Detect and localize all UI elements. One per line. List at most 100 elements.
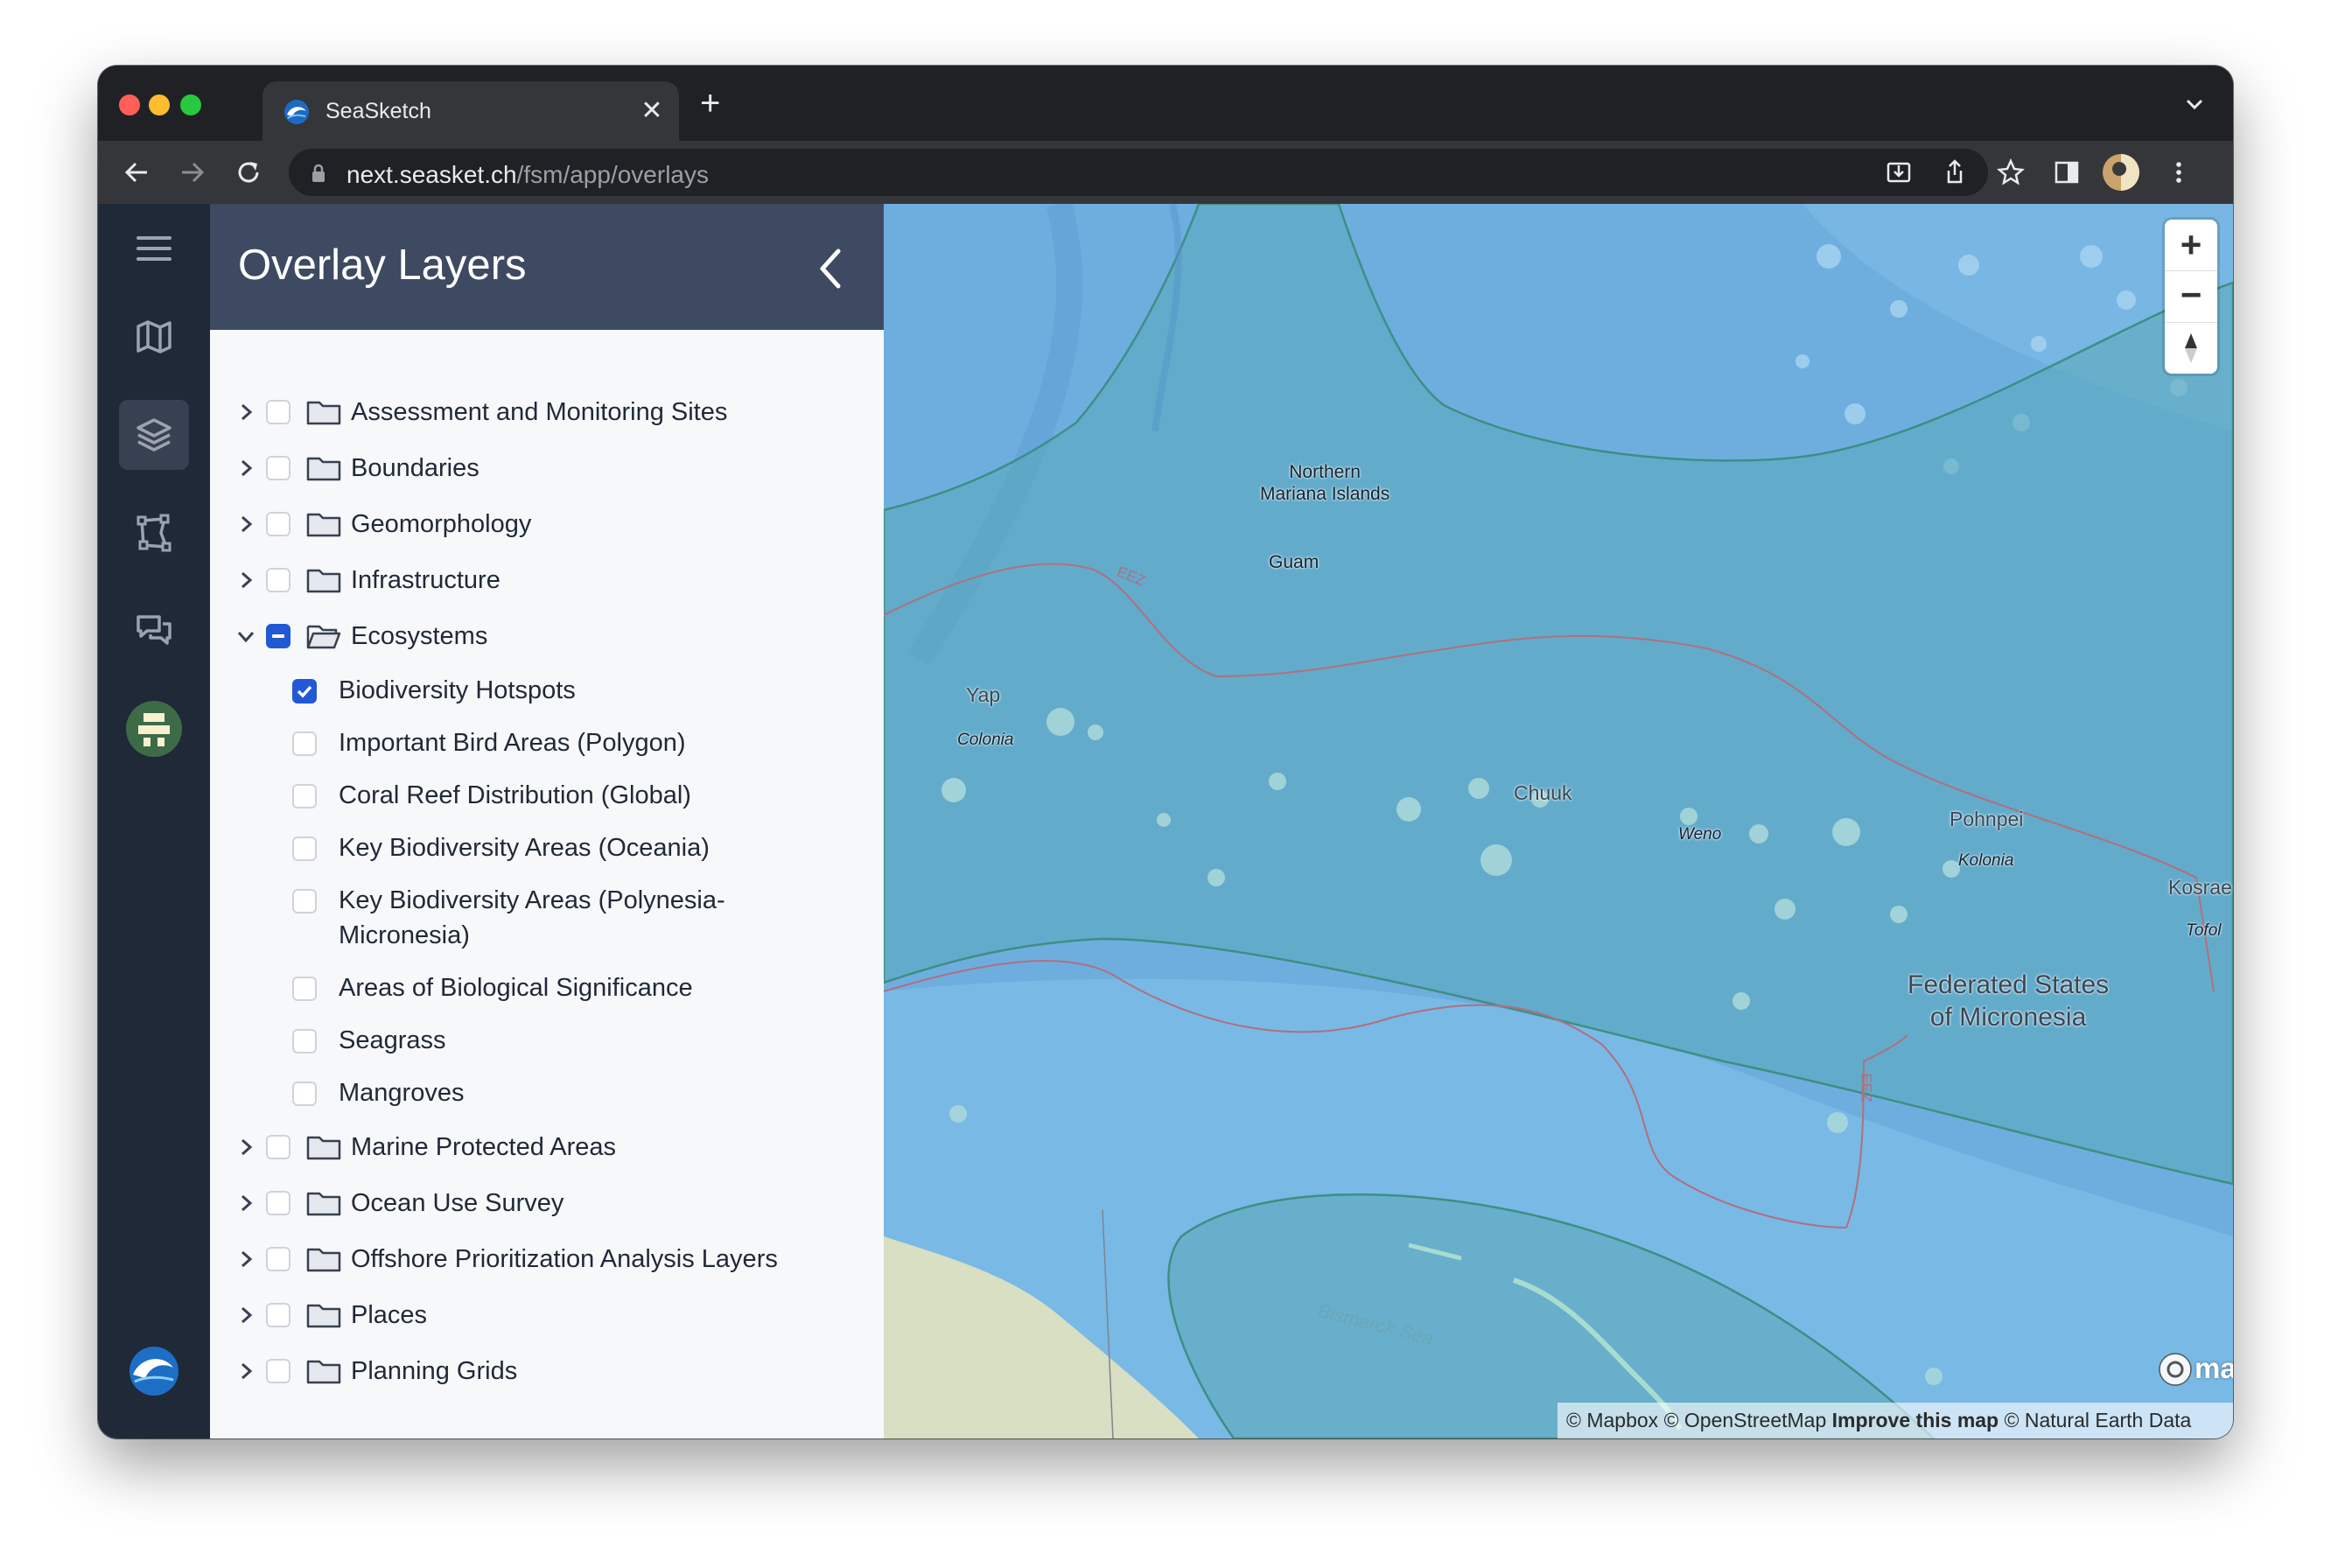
layer-folder-row[interactable]: Geomorphology [210, 500, 884, 549]
layer-row[interactable]: Areas of Biological Significance [210, 963, 884, 1012]
map-label-fsm: Federated States of Micronesia [1908, 970, 2110, 1032]
attribution-mapbox-link[interactable]: © Mapbox [1566, 1409, 1658, 1432]
close-window-button[interactable] [119, 94, 140, 116]
seasketch-logo [130, 1347, 178, 1396]
layer-checkbox-checked[interactable] [292, 679, 317, 704]
layer-checkbox[interactable] [266, 400, 290, 424]
new-tab-button[interactable]: + [700, 86, 720, 121]
browser-tab[interactable]: SeaSketch ✕ [262, 81, 679, 141]
layer-checkbox[interactable] [292, 784, 317, 808]
improve-map-link[interactable]: Improve this map [1832, 1409, 1998, 1432]
menu-button[interactable] [119, 214, 189, 284]
layer-checkbox[interactable] [292, 836, 317, 861]
folder-icon [306, 1136, 341, 1160]
layer-row[interactable]: Key Biodiversity Areas (Polynesia- Micro… [210, 876, 884, 960]
minus-icon: − [2180, 274, 2202, 315]
url-text: next.seasket.ch/fsm/app/overlays [346, 161, 709, 188]
layer-label: Marine Protected Areas [351, 1133, 617, 1161]
layer-row[interactable]: Important Bird Areas (Polygon) [210, 718, 884, 767]
layer-row[interactable]: Key Biodiversity Areas (Oceania) [210, 823, 884, 872]
layer-folder-row[interactable]: Places [210, 1291, 884, 1340]
back-icon[interactable] [121, 157, 152, 188]
layer-checkbox-partial[interactable] [266, 624, 290, 648]
layer-folder-row[interactable]: Infrastructure [210, 556, 884, 605]
tab-search-chevron-icon[interactable] [2182, 92, 2207, 116]
attribution-natural-earth-link[interactable]: © Natural Earth Data [2005, 1409, 2192, 1432]
discussion-button[interactable] [119, 596, 189, 666]
layer-checkbox[interactable] [266, 1191, 290, 1215]
maps-button[interactable] [119, 302, 189, 372]
expand-chevron-icon[interactable] [236, 402, 256, 423]
share-icon[interactable] [1939, 157, 1970, 188]
profile-avatar-icon[interactable] [2102, 153, 2140, 192]
panel-header: Overlay Layers [210, 204, 884, 330]
forward-icon[interactable] [177, 157, 208, 188]
tab-close-icon[interactable]: ✕ [637, 95, 667, 126]
layer-folder-row[interactable]: Boundaries [210, 444, 884, 493]
layer-folder-row[interactable]: Ocean Use Survey [210, 1179, 884, 1228]
attribution-osm-link[interactable]: © OpenStreetMap [1664, 1409, 1827, 1432]
side-panel-icon[interactable] [2051, 157, 2082, 188]
map-label-eez: EEZ [1858, 1073, 1875, 1102]
layer-checkbox[interactable] [266, 456, 290, 480]
layer-row[interactable]: Mangroves [210, 1068, 884, 1117]
reload-icon[interactable] [233, 157, 264, 188]
sketching-button[interactable] [119, 498, 189, 568]
install-app-icon[interactable] [1883, 157, 1914, 188]
expand-chevron-icon[interactable] [236, 1305, 256, 1326]
layer-row[interactable]: Biodiversity Hotspots [210, 666, 884, 715]
layer-label: Mangroves [339, 1079, 465, 1107]
address-bar[interactable]: next.seasket.ch/fsm/app/overlays [289, 149, 1988, 196]
plus-icon: + [2180, 224, 2202, 265]
bookmark-star-icon[interactable] [1995, 157, 2026, 188]
layer-checkbox[interactable] [266, 1135, 290, 1159]
expand-chevron-icon[interactable] [236, 570, 256, 591]
layer-folder-row-expanded[interactable]: Ecosystems [210, 612, 884, 661]
expand-chevron-icon[interactable] [236, 1137, 256, 1158]
collapse-panel-chevron-icon[interactable] [814, 244, 849, 293]
expand-chevron-icon[interactable] [236, 458, 256, 479]
expand-chevron-icon[interactable] [236, 1361, 256, 1382]
layer-checkbox[interactable] [266, 1247, 290, 1271]
map-label-yap: Yap [966, 683, 1001, 706]
layer-checkbox[interactable] [292, 889, 317, 914]
map-label-kolonia: Kolonia [1958, 851, 2014, 870]
reset-bearing-button[interactable] [2165, 323, 2217, 374]
layer-row[interactable]: Coral Reef Distribution (Global) [210, 771, 884, 820]
layer-folder-row[interactable]: Assessment and Monitoring Sites [210, 388, 884, 437]
maximize-window-button[interactable] [180, 94, 201, 116]
layer-checkbox[interactable] [292, 1029, 317, 1054]
layer-checkbox[interactable] [292, 1082, 317, 1106]
seasketch-home-button[interactable] [119, 1336, 189, 1406]
layer-row[interactable]: Seagrass [210, 1016, 884, 1065]
layer-checkbox[interactable] [292, 976, 317, 1001]
account-button[interactable] [119, 694, 189, 764]
expand-chevron-icon[interactable] [236, 1249, 256, 1270]
layer-folder-row[interactable]: Offshore Prioritization Analysis Layers [210, 1235, 884, 1284]
layer-folder-row[interactable]: Marine Protected Areas [210, 1123, 884, 1172]
zoom-out-button[interactable]: − [2165, 271, 2217, 322]
layer-label: Seagrass [339, 1026, 446, 1054]
overlays-button[interactable] [119, 400, 189, 470]
map-canvas[interactable]: Northern Mariana Islands Guam Yap Colonia… [884, 204, 2233, 1438]
layer-checkbox[interactable] [266, 1359, 290, 1383]
collapse-chevron-icon[interactable] [236, 626, 256, 647]
expand-chevron-icon[interactable] [236, 514, 256, 535]
folder-icon [306, 401, 341, 425]
map-label-pohnpei: Pohnpei [1950, 808, 2024, 830]
sketch-icon [136, 514, 172, 552]
map-label-chuuk: Chuuk [1514, 781, 1572, 804]
layer-checkbox[interactable] [266, 568, 290, 592]
layer-checkbox[interactable] [266, 1303, 290, 1327]
layer-checkbox[interactable] [266, 512, 290, 536]
zoom-in-button[interactable]: + [2165, 220, 2217, 270]
minimize-window-button[interactable] [149, 94, 170, 116]
folder-icon [306, 1304, 341, 1328]
layer-checkbox[interactable] [292, 732, 317, 756]
lock-icon[interactable] [310, 163, 327, 184]
expand-chevron-icon[interactable] [236, 1193, 256, 1214]
map-attribution: © Mapbox © OpenStreetMap Improve this ma… [1558, 1403, 2233, 1438]
more-menu-icon[interactable] [2163, 157, 2194, 188]
browser-window: SeaSketch ✕ + next.seasket.ch/fsm/app/ov… [98, 66, 2233, 1438]
layer-folder-row[interactable]: Planning Grids [210, 1347, 884, 1396]
